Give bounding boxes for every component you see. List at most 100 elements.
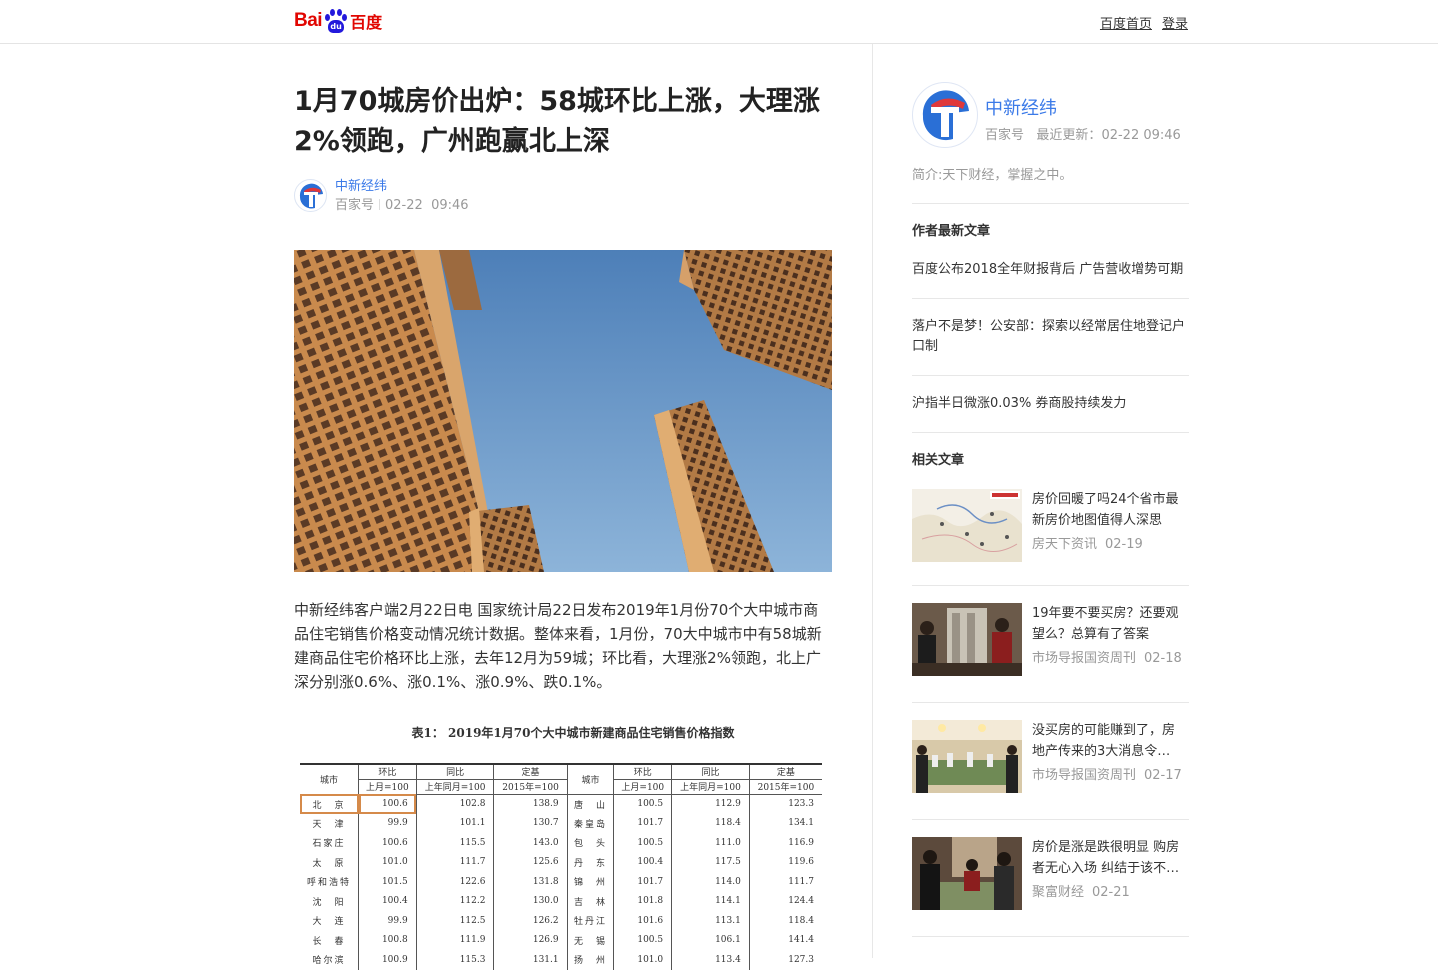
city-cell: 锦 州 [567,872,615,892]
column-divider [872,44,873,958]
value-cell: 101.8 [613,891,673,911]
col-mom-2: 环比 [613,764,673,780]
article-title: 1月70城房价出炉：58城环比上涨，大理涨2%领跑，广州跑赢北上深 [294,86,820,157]
value-cell: 131.8 [493,872,568,892]
related-article-item[interactable]: 房价是涨是跌很明显 购房者无心入场 纠结于该不该买 聚富财经 02-21 [912,820,1189,937]
value-cell: 111.0 [671,833,750,853]
table-row: 哈尔滨 100.9 115.3 131.1 扬 州 101.0 113.4 127.3 [300,950,822,970]
related-thumbnail-photo[interactable] [912,837,1022,910]
city-cell: 包 头 [567,833,615,853]
value-cell: 111.9 [416,930,495,950]
city-cell: 沈 阳 [300,891,360,911]
city-cell: 太 原 [300,852,360,872]
value-cell: 100.5 [613,794,673,814]
value-cell: 124.4 [788,896,814,907]
baidu-home-link[interactable]: 百度首页 [1100,13,1152,32]
related-title[interactable]: 没买房的可能赚到了，房地产传来的3大消息令人深思 [1032,720,1182,762]
table-row: 大 连 99.9 112.5 126.2 牡丹江 101.6 113.1 118.4 [300,911,822,931]
value-cell: 130.7 [493,813,568,833]
value-cell: 101.5 [358,872,417,892]
city-cell: 天 津 [300,813,360,833]
related-date: 02-21 [1092,885,1130,900]
latest-articles-list: 百度公布2018全年财报背后 广告营收增势可期 落户不是梦！公安部：探索以经常居… [912,240,1189,433]
value-cell: 100.8 [358,930,417,950]
city-cell: 石家庄 [300,833,360,853]
author-card-meta: 百家号 最近更新：02-22 09:46 [985,124,1181,143]
value-cell: 141.4 [788,935,814,946]
author-sub: 百家号 02-22 09:46 [335,196,469,216]
related-thumbnail-photo[interactable] [912,720,1022,793]
col-city-2: 城市 [567,764,615,795]
top-bar: Bai du 百度 百度首页 登录 [0,0,1438,44]
value-cell: 106.1 [671,930,750,950]
latest-article-item[interactable]: 百度公布2018全年财报背后 广告营收增势可期 [912,240,1189,299]
city-cell: 无 锡 [567,930,615,950]
related-title[interactable]: 房价回暖了吗24个省市最新房价地图值得人深思 [1032,489,1182,531]
value-cell: 113.1 [671,911,750,931]
author-name-link[interactable]: 中新经纬 [335,178,469,196]
baidu-logo[interactable]: Bai du 百度 [294,6,382,36]
publish-time: 09:46 [431,198,469,213]
value-cell: 100.9 [358,950,417,970]
col-base-sub: 2015年=100 [493,779,568,795]
related-date: 02-17 [1144,768,1182,783]
author-avatar[interactable] [294,179,327,212]
value-cell: 126.9 [493,930,568,950]
value-cell: 100.5 [613,930,673,950]
table-row: 长 春 100.8 111.9 126.9 无 锡 100.5 106.1 141.4 [300,930,822,950]
publish-date: 02-22 [385,198,423,213]
value-cell: 99.9 [358,813,417,833]
col-mom-sub: 上月=100 [358,779,417,795]
paw-icon: du [323,8,349,34]
related-title[interactable]: 房价是涨是跌很明显 购房者无心入场 纠结于该不该买 [1032,837,1182,879]
updated-time: 02-22 09:46 [1101,128,1181,143]
col-base-sub-2: 2015年=100 [749,779,822,795]
value-cell: 119.6 [788,857,814,868]
col-mom-sub-2: 上月=100 [613,779,673,795]
related-date: 02-18 [1144,651,1182,666]
value-cell: 101.6 [613,911,673,931]
latest-article-item[interactable]: 落户不是梦！公安部：探索以经常居住地登记户口制 [912,299,1189,376]
table-caption: 表1： 2019年1月70个大中城市新建商品住宅销售价格指数 [411,726,735,740]
table-row: 沈 阳 100.4 112.2 130.0 吉 林 101.8 114.1 124.4 [300,891,822,911]
article-paragraph: 中新经纬客户端2月22日电 国家统计局22日发布2019年1月份70个大中城市商… [294,601,822,691]
related-article-item[interactable]: 19年要不要买房？还要观望么？总算有了答案 市场导报国资周刊 02-18 [912,586,1189,703]
related-thumbnail-map[interactable] [912,489,1022,562]
related-source: 市场导报国资周刊 [1032,651,1137,666]
related-date: 02-19 [1105,537,1143,552]
author-card-avatar[interactable] [912,82,978,148]
value-cell: 143.0 [493,833,568,853]
related-source: 市场导报国资周刊 [1032,768,1137,783]
col-yoy-sub: 上年同月=100 [416,779,495,795]
value-cell: 112.9 [671,794,750,814]
related-article-item[interactable]: 没买房的可能赚到了，房地产传来的3大消息令人深思 市场导报国资周刊 02-17 [912,703,1189,820]
author-card: 中新经纬 百家号 最近更新：02-22 09:46 简介:天下财经，掌握之中。 [912,44,1189,204]
author-intro: 简介:天下财经，掌握之中。 [912,168,1073,183]
related-articles-heading: 相关文章 [912,453,965,468]
value-cell: 100.6 [358,833,417,853]
author-card-source: 百家号 [985,128,1025,143]
value-cell: 101.7 [613,872,673,892]
related-title[interactable]: 19年要不要买房？还要观望么？总算有了答案 [1032,603,1182,645]
sidebar: 中新经纬 百家号 最近更新：02-22 09:46 简介:天下财经，掌握之中。 … [912,44,1189,937]
value-cell: 113.4 [671,950,750,970]
city-cell: 秦皇岛 [567,813,615,833]
related-article-item[interactable]: 房价回暖了吗24个省市最新房价地图值得人深思 房天下资讯 02-19 [912,469,1189,586]
login-link[interactable]: 登录 [1162,13,1188,32]
value-cell: 127.3 [788,954,814,965]
latest-article-item[interactable]: 沪指半日微涨0.03% 券商股持续发力 [912,376,1189,432]
related-thumbnail-photo[interactable] [912,603,1022,676]
value-cell: 116.9 [788,837,814,848]
col-base: 定基 [493,764,568,780]
city-cell: 吉 林 [567,891,615,911]
value-cell: 99.9 [358,911,417,931]
author-card-name[interactable]: 中新经纬 [985,94,1057,120]
value-cell: 100.6 [358,794,417,814]
table-row: 太 原 101.0 111.7 125.6 丹 东 100.4 117.5 119.6 [300,852,822,872]
col-yoy-2: 同比 [671,764,750,780]
value-cell: 118.4 [788,915,814,926]
city-cell: 北 京 [300,794,360,814]
table-row: 呼和浩特 101.5 122.6 131.8 锦 州 101.7 114.0 111.7 [300,872,822,892]
source-label: 百家号 [335,198,375,213]
article-hero-image [294,250,832,572]
